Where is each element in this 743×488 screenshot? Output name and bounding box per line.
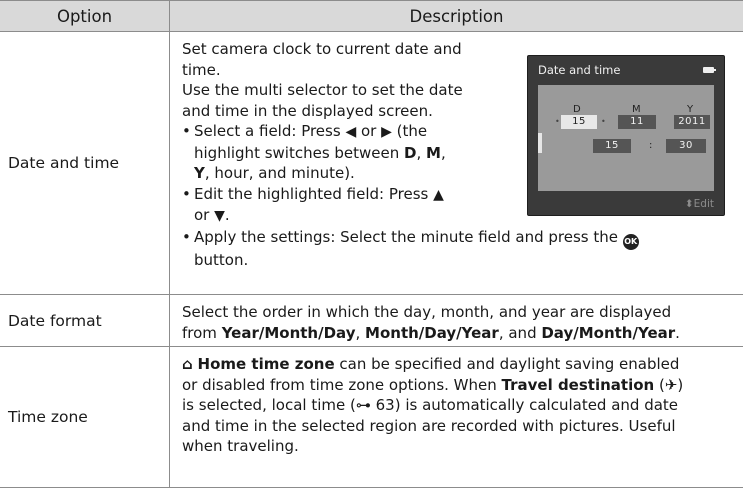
up-arrow-icon: ▲ xyxy=(433,186,444,203)
table-row-time-zone: Time zone ⌂ Home time zone can be specif… xyxy=(0,347,743,488)
hour-field: 15 xyxy=(593,139,631,153)
desc-line: Set camera clock to current date and xyxy=(182,40,462,58)
down-arrow-icon: ▼ xyxy=(214,208,225,224)
description-column-header: Description xyxy=(409,6,504,26)
month-field: 11 xyxy=(618,115,656,129)
desc-line: Use the multi selector to set the date xyxy=(182,81,463,99)
option-date-format: Date format xyxy=(0,295,170,346)
camera-screen-title: Date and time xyxy=(538,63,621,77)
bullet-apply-settings: Apply the settings: Select the minute fi… xyxy=(182,227,731,271)
edit-hint: ⬍Edit xyxy=(684,198,714,210)
day-field: 15 xyxy=(561,115,597,129)
right-arrow-icon: ▶ xyxy=(381,124,392,140)
time-colon: : xyxy=(649,140,653,151)
description-time-zone: ⌂ Home time zone can be specified and da… xyxy=(182,355,684,455)
option-column-header: Option xyxy=(0,1,170,31)
day-label: D xyxy=(573,104,581,115)
ok-button-icon: OK xyxy=(622,233,639,250)
side-tab-indicator xyxy=(538,133,542,153)
battery-icon xyxy=(703,67,716,73)
year-label: Y xyxy=(687,104,694,115)
bullet-select-field: Select a field: Press ◀ or ▶ (the highli… xyxy=(182,121,524,184)
minute-field: 30 xyxy=(666,139,706,153)
table-row-date-format: Date format Select the order in which th… xyxy=(0,295,743,347)
selector-dot: • xyxy=(601,117,606,126)
home-icon: ⌂ xyxy=(182,355,193,373)
option-time-zone: Time zone xyxy=(0,347,170,487)
desc-line: and time in the displayed screen. xyxy=(182,101,433,120)
date-entry-panel: D M Y • 15 • 11 2011 15 : 30 xyxy=(538,85,714,191)
year-field: 2011 xyxy=(674,115,710,129)
table-header-row: Option Description xyxy=(0,0,743,32)
airplane-icon: (✈) xyxy=(658,375,684,394)
month-label: M xyxy=(632,104,641,115)
selector-dot: • xyxy=(555,117,560,126)
option-date-and-time: Date and time xyxy=(0,32,170,294)
desc-line: time. xyxy=(182,60,221,79)
description-date-format: Select the order in which the day, month… xyxy=(182,303,680,342)
camera-screen-illustration: Date and time D M Y • 15 • 11 2011 15 : … xyxy=(527,55,725,216)
bullet-edit-field: Edit the highlighted field: Press ▲ or ▼… xyxy=(182,184,524,227)
left-arrow-icon: ◀ xyxy=(345,124,357,140)
reference-icon: ⊶ xyxy=(355,396,371,414)
